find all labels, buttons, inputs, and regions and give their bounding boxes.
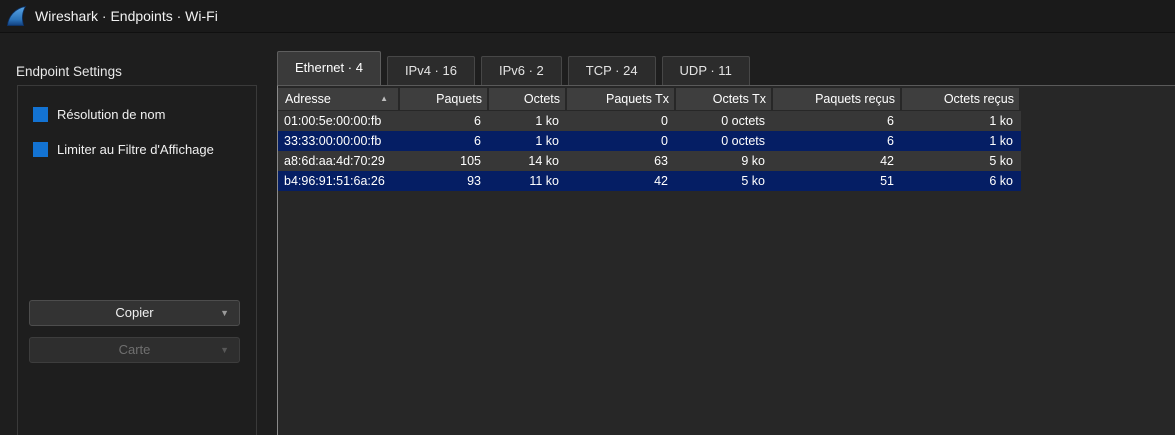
column-header-octets-tx[interactable]: Octets Tx bbox=[676, 88, 773, 110]
tab-ethernet[interactable]: Ethernet · 4 bbox=[277, 51, 381, 85]
tab-tcp[interactable]: TCP · 24 bbox=[568, 56, 656, 85]
column-header-octets[interactable]: Octets bbox=[489, 88, 567, 110]
chevron-down-icon[interactable]: ▼ bbox=[220, 301, 229, 325]
checkbox-icon[interactable] bbox=[33, 107, 48, 122]
map-button-label: Carte bbox=[119, 342, 151, 357]
column-header-paquets-recus[interactable]: Paquets reçus bbox=[773, 88, 902, 110]
limit-display-filter-label: Limiter au Filtre d'Affichage bbox=[57, 142, 214, 157]
window-title: Wireshark · Endpoints · Wi-Fi bbox=[35, 8, 218, 24]
checkbox-icon[interactable] bbox=[33, 142, 48, 157]
table-row[interactable]: b4:96:91:51:6a:26 93 11 ko 42 5 ko 51 6 … bbox=[278, 171, 1021, 191]
endpoint-settings-groupbox bbox=[17, 85, 257, 435]
column-header-octets-recus[interactable]: Octets reçus bbox=[902, 88, 1021, 110]
map-button: Carte ▼ bbox=[29, 337, 240, 363]
table-header-row: Adresse ▲ Paquets Octets Paquets Tx Octe… bbox=[278, 88, 1021, 110]
name-resolution-label: Résolution de nom bbox=[57, 107, 165, 122]
column-header-adresse[interactable]: Adresse ▲ bbox=[278, 88, 400, 110]
table-row[interactable]: 01:00:5e:00:00:fb 6 1 ko 0 0 octets 6 1 … bbox=[278, 111, 1021, 131]
chevron-down-icon: ▼ bbox=[220, 338, 229, 362]
copy-button-label: Copier bbox=[115, 305, 153, 320]
name-resolution-checkbox-row[interactable]: Résolution de nom bbox=[33, 106, 165, 122]
title-bar: Wireshark · Endpoints · Wi-Fi bbox=[0, 0, 1175, 33]
endpoint-settings-heading: Endpoint Settings bbox=[16, 64, 122, 79]
endpoints-table: Adresse ▲ Paquets Octets Paquets Tx Octe… bbox=[277, 85, 1175, 435]
copy-button[interactable]: Copier ▼ bbox=[29, 300, 240, 326]
column-header-paquets-tx[interactable]: Paquets Tx bbox=[567, 88, 676, 110]
table-row[interactable]: 33:33:00:00:00:fb 6 1 ko 0 0 octets 6 1 … bbox=[278, 131, 1021, 151]
table-row[interactable]: a8:6d:aa:4d:70:29 105 14 ko 63 9 ko 42 5… bbox=[278, 151, 1021, 171]
wireshark-logo-icon bbox=[5, 5, 28, 28]
limit-display-filter-checkbox-row[interactable]: Limiter au Filtre d'Affichage bbox=[33, 141, 214, 157]
tab-ipv6[interactable]: IPv6 · 2 bbox=[481, 56, 562, 85]
tab-udp[interactable]: UDP · 11 bbox=[662, 56, 750, 85]
sort-asc-icon: ▲ bbox=[380, 88, 388, 110]
tab-ipv4[interactable]: IPv4 · 16 bbox=[387, 56, 475, 85]
column-header-paquets[interactable]: Paquets bbox=[400, 88, 489, 110]
protocol-tab-bar: Ethernet · 4 IPv4 · 16 IPv6 · 2 TCP · 24… bbox=[277, 51, 750, 85]
